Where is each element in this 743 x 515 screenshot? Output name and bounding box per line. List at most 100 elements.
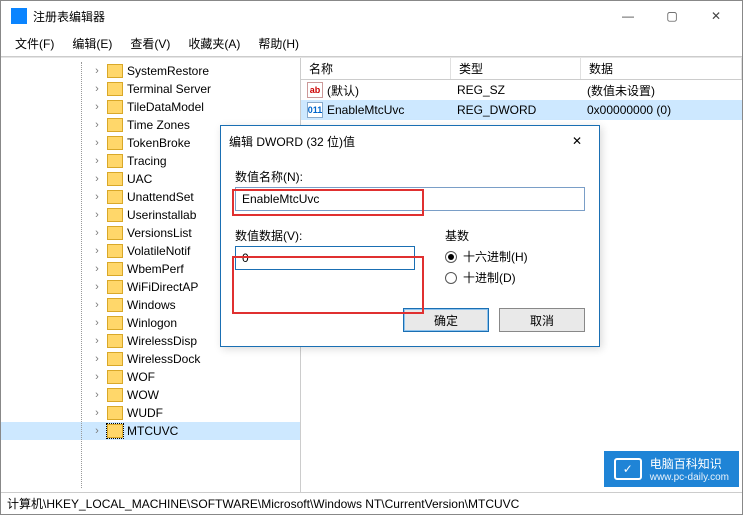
expand-icon[interactable]: › — [91, 425, 103, 437]
list-row[interactable]: ab(默认)REG_SZ(数值未设置) — [301, 80, 742, 100]
folder-icon — [107, 262, 123, 276]
cell-data: (数值未设置) — [587, 82, 742, 99]
tree-node[interactable]: › SystemRestore — [1, 62, 300, 80]
radio-dec-label: 十进制(D) — [463, 269, 516, 286]
tree-node-label: TileDataModel — [127, 100, 204, 114]
tree-node-label: Tracing — [127, 154, 167, 168]
expand-icon[interactable]: › — [91, 299, 103, 311]
tree-node-label: UAC — [127, 172, 152, 186]
tree-node[interactable]: › MTCUVC — [1, 422, 300, 440]
menu-fav[interactable]: 收藏夹(A) — [180, 33, 248, 54]
radio-dot-icon — [445, 251, 457, 263]
menu-edit[interactable]: 编辑(E) — [64, 33, 120, 54]
radio-hex[interactable]: 十六进制(H) — [445, 248, 528, 265]
folder-icon — [107, 226, 123, 240]
close-button[interactable]: ✕ — [694, 2, 738, 30]
column-headers: 名称 类型 数据 — [301, 58, 742, 80]
cell-name: EnableMtcUvc — [327, 103, 457, 117]
maximize-button[interactable]: ▢ — [650, 2, 694, 30]
tree-node-label: MTCUVC — [127, 424, 178, 438]
status-bar: 计算机\HKEY_LOCAL_MACHINE\SOFTWARE\Microsof… — [1, 492, 742, 514]
folder-icon — [107, 136, 123, 150]
tree-node[interactable]: › TileDataModel — [1, 98, 300, 116]
folder-icon — [107, 64, 123, 78]
tree-node-label: Winlogon — [127, 316, 177, 330]
minimize-button[interactable]: — — [606, 2, 650, 30]
tree-node-label: WOF — [127, 370, 155, 384]
tree-node-label: WiFiDirectAP — [127, 280, 198, 294]
watermark-title: 电脑百科知识 — [650, 457, 722, 471]
value-type-icon: ab — [307, 82, 323, 98]
ok-button[interactable]: 确定 — [403, 308, 489, 332]
folder-icon — [107, 424, 123, 438]
value-type-icon: 011 — [307, 102, 323, 118]
window-title: 注册表编辑器 — [33, 8, 606, 25]
value-name-input[interactable] — [235, 187, 585, 211]
expand-icon[interactable]: › — [91, 209, 103, 221]
tree-node[interactable]: › WOF — [1, 368, 300, 386]
col-data[interactable]: 数据 — [581, 58, 742, 79]
tree-node-label: WOW — [127, 388, 159, 402]
folder-icon — [107, 208, 123, 222]
expand-icon[interactable]: › — [91, 227, 103, 239]
expand-icon[interactable]: › — [91, 353, 103, 365]
tree-node[interactable]: ›WirelessDock — [1, 350, 300, 368]
tree-node-label: WUDF — [127, 406, 163, 420]
tree-node-label: Userinstallab — [127, 208, 196, 222]
tree-node[interactable]: ›Terminal Server — [1, 80, 300, 98]
col-name[interactable]: 名称 — [301, 58, 451, 79]
expand-icon[interactable]: › — [91, 263, 103, 275]
radio-dec[interactable]: 十进制(D) — [445, 269, 528, 286]
tree-node-label: VolatileNotif — [127, 244, 190, 258]
dialog-title: 编辑 DWORD (32 位)值 — [229, 133, 563, 150]
menu-view[interactable]: 查看(V) — [122, 33, 178, 54]
folder-icon — [107, 190, 123, 204]
dialog-title-bar[interactable]: 编辑 DWORD (32 位)值 ✕ — [221, 126, 599, 156]
expand-icon[interactable]: › — [91, 101, 103, 113]
app-icon — [11, 8, 27, 24]
list-row[interactable]: 011EnableMtcUvcREG_DWORD0x00000000 (0) — [301, 100, 742, 120]
expand-icon[interactable]: › — [91, 83, 103, 95]
folder-icon — [107, 82, 123, 96]
watermark-sub: www.pc-daily.com — [650, 472, 729, 483]
expand-icon[interactable]: › — [91, 317, 103, 329]
tree-node-label: Windows — [127, 298, 176, 312]
title-bar[interactable]: 注册表编辑器 — ▢ ✕ — [1, 1, 742, 31]
expand-icon[interactable]: › — [91, 155, 103, 167]
menu-help[interactable]: 帮助(H) — [250, 33, 307, 54]
value-name-label: 数值名称(N): — [235, 168, 585, 185]
watermark-monitor-icon — [614, 458, 642, 480]
col-type[interactable]: 类型 — [451, 58, 581, 79]
dialog-close-icon[interactable]: ✕ — [563, 134, 591, 148]
value-data-label: 数值数据(V): — [235, 227, 415, 244]
cell-name: (默认) — [327, 82, 457, 99]
folder-icon — [107, 352, 123, 366]
tree-node-label: Time Zones — [127, 118, 190, 132]
tree-node-label: WirelessDisp — [127, 334, 197, 348]
tree-node-label: TokenBroke — [127, 136, 190, 150]
folder-icon — [107, 280, 123, 294]
expand-icon[interactable]: › — [91, 137, 103, 149]
folder-icon — [107, 100, 123, 114]
expand-icon[interactable]: › — [91, 407, 103, 419]
cancel-button[interactable]: 取消 — [499, 308, 585, 332]
expand-icon[interactable]: › — [91, 245, 103, 257]
tree-node[interactable]: › WUDF — [1, 404, 300, 422]
cell-type: REG_DWORD — [457, 103, 587, 117]
tree-node-label: SystemRestore — [127, 64, 209, 78]
expand-icon[interactable]: › — [91, 335, 103, 347]
tree-node[interactable]: › WOW — [1, 386, 300, 404]
value-data-input[interactable] — [235, 246, 415, 270]
menu-bar: 文件(F) 编辑(E) 查看(V) 收藏夹(A) 帮助(H) — [1, 31, 742, 57]
expand-icon[interactable]: › — [91, 371, 103, 383]
expand-icon[interactable]: › — [91, 65, 103, 77]
folder-icon — [107, 406, 123, 420]
expand-icon[interactable]: › — [91, 173, 103, 185]
tree-node-label: WbemPerf — [127, 262, 184, 276]
expand-icon[interactable]: › — [91, 119, 103, 131]
folder-icon — [107, 154, 123, 168]
expand-icon[interactable]: › — [91, 389, 103, 401]
expand-icon[interactable]: › — [91, 191, 103, 203]
expand-icon[interactable]: › — [91, 281, 103, 293]
menu-file[interactable]: 文件(F) — [7, 33, 62, 54]
